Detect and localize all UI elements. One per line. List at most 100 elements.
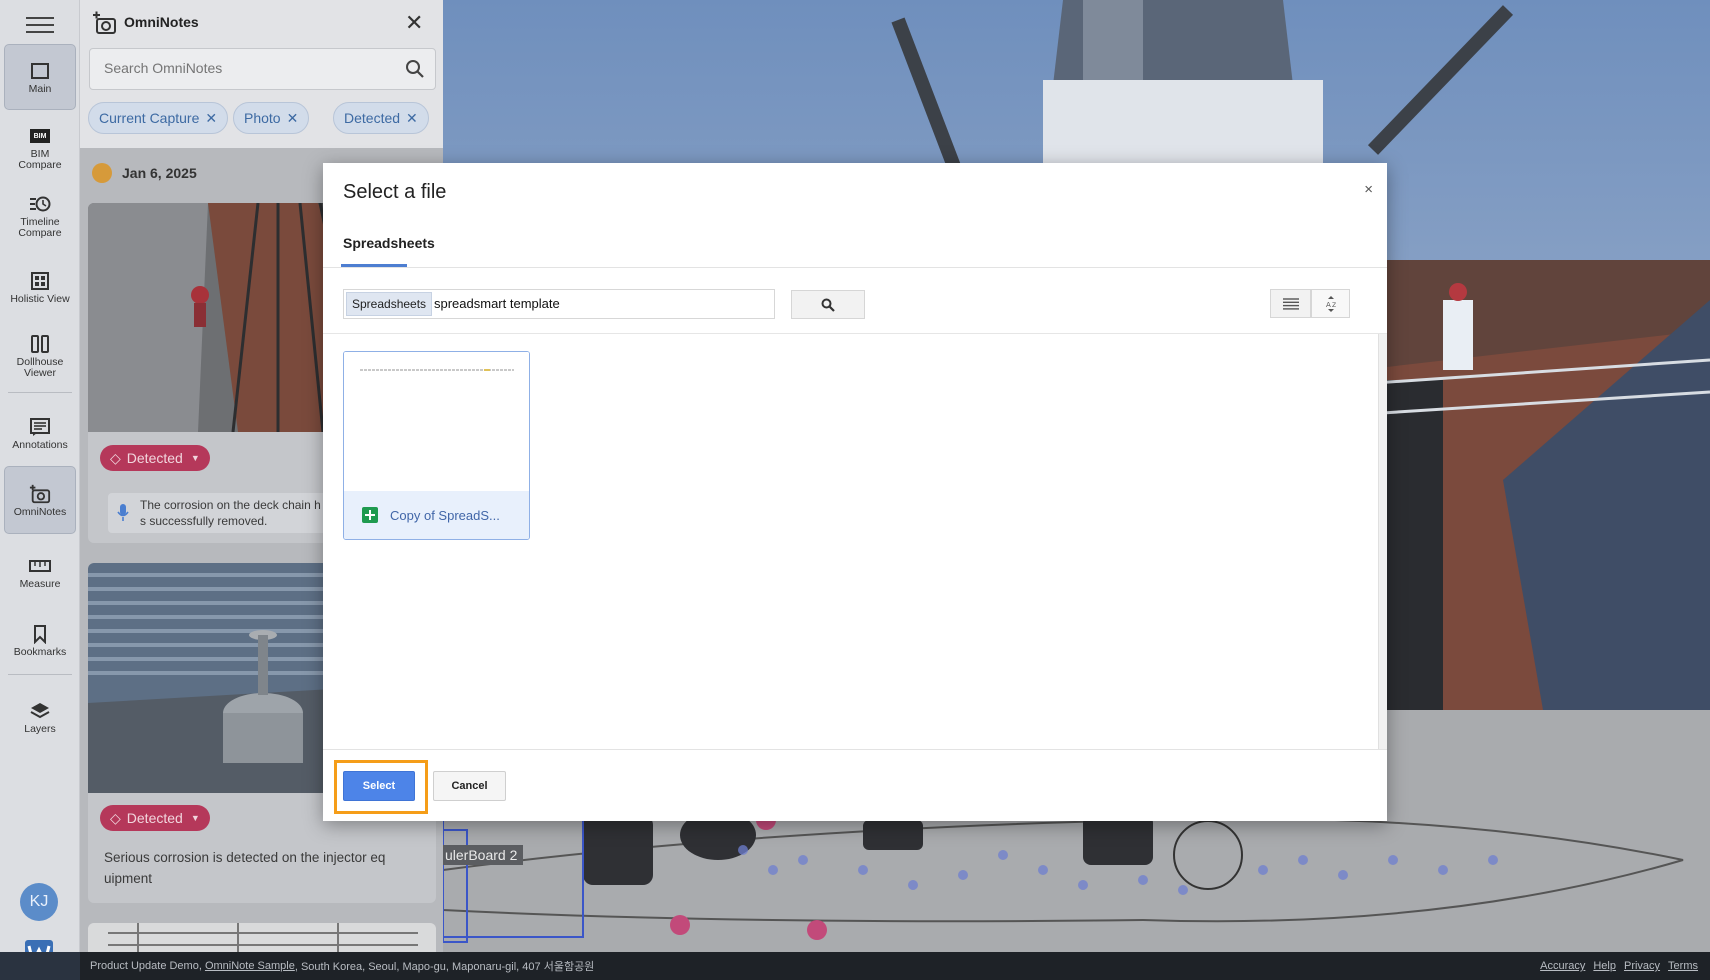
close-icon[interactable]: ✕ <box>405 12 423 34</box>
file-tile[interactable]: Copy of SpreadS... <box>343 351 530 540</box>
tag-label: Detected <box>126 450 183 466</box>
sort-az-button[interactable]: AZ <box>1311 289 1350 318</box>
remove-chip-icon[interactable]: ✕ <box>205 110 217 127</box>
list-view-icon <box>1282 297 1299 310</box>
rail-label: OmniNotes <box>13 505 67 518</box>
search-scope-chip[interactable]: Spreadsheets <box>346 292 433 316</box>
tag-icon: ◇ <box>110 809 121 826</box>
panel-header: OmniNotes ✕ Current Capture ✕ Photo ✕ Dete… <box>80 0 443 148</box>
divider <box>323 749 1387 750</box>
file-thumbnail <box>344 352 529 491</box>
rail-item-main[interactable]: Main <box>4 44 76 110</box>
app-logo-icon <box>22 940 56 952</box>
sort-az-icon: AZ <box>1326 295 1336 312</box>
search-icon <box>821 298 835 312</box>
rail-label: Dollhouse Viewer <box>16 356 64 379</box>
status-tag-dropdown[interactable]: ◇ Detected ▼ <box>100 445 210 471</box>
footer-links: Accuracy Help Privacy Terms <box>1540 960 1698 972</box>
microphone-icon <box>116 503 130 528</box>
rail-item-holistic-view[interactable]: Holistic View <box>4 262 76 312</box>
filter-chip-photo[interactable]: Photo ✕ <box>233 102 310 134</box>
search-button[interactable] <box>791 290 865 319</box>
rail-divider <box>8 392 72 393</box>
rail-item-measure[interactable]: Measure <box>4 548 76 596</box>
hamburger-menu-icon[interactable] <box>26 14 54 34</box>
search-icon[interactable] <box>405 59 425 84</box>
bookmark-icon <box>29 623 51 645</box>
svg-text:Z: Z <box>1332 302 1336 309</box>
chip-label: Detected <box>344 110 401 126</box>
remove-chip-icon[interactable]: ✕ <box>406 110 418 127</box>
footer-project-link[interactable]: OmniNote Sample <box>205 960 295 972</box>
date-group-header: Jan 6, 2025 <box>92 163 197 183</box>
note-text: Serious corrosion is detected on the inj… <box>104 850 386 886</box>
camera-note-icon <box>29 483 51 505</box>
rail-label: Timeline Compare <box>18 216 62 239</box>
rail-item-bim-compare[interactable]: BIM BIM Compare <box>4 118 76 178</box>
ruler-icon <box>29 555 51 577</box>
note-photo <box>88 923 436 952</box>
panel-title: OmniNotes <box>124 14 199 30</box>
filter-chip-detected[interactable]: Detected ✕ <box>333 102 429 134</box>
rail-label: Layers <box>24 722 56 735</box>
rail-label: Bookmarks <box>13 645 67 658</box>
rail-item-dollhouse-viewer[interactable]: Dollhouse Viewer <box>4 326 76 386</box>
chip-label: Photo <box>244 110 281 126</box>
rail-item-timeline-compare[interactable]: Timeline Compare <box>4 186 76 246</box>
filter-chip-current-capture[interactable]: Current Capture ✕ <box>88 102 229 134</box>
camera-note-icon <box>92 10 118 36</box>
select-button[interactable]: Select <box>343 771 415 801</box>
annotation-icon <box>29 416 51 438</box>
dialog-title: Select a file <box>343 181 447 203</box>
chip-label: Current Capture <box>99 110 200 126</box>
chevron-down-icon: ▼ <box>190 453 200 463</box>
rail-item-bookmarks[interactable]: Bookmarks <box>4 616 76 664</box>
footer-project: Product Update Demo, <box>90 960 205 972</box>
rail-label: Annotations <box>12 438 68 451</box>
footer-link-privacy[interactable]: Privacy <box>1624 960 1660 972</box>
footer-link-help[interactable]: Help <box>1593 960 1616 972</box>
rail-label: Main <box>28 82 52 95</box>
rail-label: Holistic View <box>10 292 70 305</box>
notes-search-input[interactable] <box>104 60 384 76</box>
dollhouse-icon <box>29 333 51 355</box>
rail-item-omninotes[interactable]: OmniNotes <box>4 466 76 534</box>
square-icon <box>29 60 51 82</box>
grid-icon <box>29 270 51 292</box>
layers-icon <box>29 700 51 722</box>
list-view-button[interactable] <box>1270 289 1311 318</box>
footer-link-terms[interactable]: Terms <box>1668 960 1698 972</box>
rail-divider <box>8 674 72 675</box>
status-tag-dropdown[interactable]: ◇ Detected ▼ <box>100 805 210 831</box>
spreadsheet-icon <box>362 507 378 523</box>
rail-item-layers[interactable]: Layers <box>4 692 76 742</box>
rail-item-annotations[interactable]: Annotations <box>4 408 76 458</box>
file-name: Copy of SpreadS... <box>390 507 500 523</box>
plan-label: ulerBoard 2 <box>443 845 524 865</box>
note-card[interactable] <box>88 923 436 952</box>
user-avatar[interactable]: KJ <box>20 883 58 921</box>
tag-icon: ◇ <box>110 449 121 466</box>
remove-chip-icon[interactable]: ✕ <box>287 110 299 127</box>
status-footer: Product Update Demo, OmniNote Sample , S… <box>80 952 1710 980</box>
capture-date-icon <box>92 163 112 183</box>
left-rail: Main BIM BIM Compare Timeline Compare Ho… <box>0 0 80 952</box>
close-icon[interactable]: × <box>1364 181 1373 198</box>
file-grid-scrollbar[interactable] <box>1378 334 1387 749</box>
bim-icon: BIM <box>29 125 51 147</box>
tab-spreadsheets[interactable]: Spreadsheets <box>343 235 435 251</box>
rail-label: BIM Compare <box>18 148 62 171</box>
svg-text:A: A <box>1326 301 1331 309</box>
footer-link-accuracy[interactable]: Accuracy <box>1540 960 1585 972</box>
file-tile-footer: Copy of SpreadS... <box>344 491 529 539</box>
divider <box>323 267 1387 268</box>
notes-search-box <box>89 48 436 90</box>
search-query-text[interactable]: spreadsmart template <box>434 296 560 311</box>
footer-address: , South Korea, Seoul, Mapo-gu, Maponaru-… <box>294 961 595 973</box>
file-picker-dialog: Select a file × Spreadsheets Spreadsheet… <box>323 163 1387 821</box>
cancel-button[interactable]: Cancel <box>433 771 506 801</box>
file-search-field[interactable]: Spreadsheets spreadsmart template <box>343 289 775 319</box>
rail-label: Measure <box>19 577 61 590</box>
date-label: Jan 6, 2025 <box>122 165 197 181</box>
timeline-clock-icon <box>29 193 51 215</box>
